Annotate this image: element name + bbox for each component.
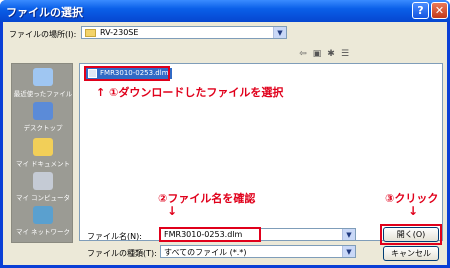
lookin-label: ファイルの場所(I):	[9, 30, 77, 39]
filetype-value: すべてのファイル (*.*)	[164, 248, 247, 257]
close-button[interactable]: ✕	[431, 2, 448, 19]
my-documents-icon	[33, 138, 53, 156]
cancel-button[interactable]: キャンセル	[383, 246, 439, 261]
my-network-icon	[33, 206, 53, 224]
file-dialog: ファイルの選択 ? ✕ ファイルの場所(I): RV-230SE ▼ ⇦ ▣ ✱…	[0, 0, 450, 268]
place-label: デスクトップ	[23, 124, 63, 132]
place-documents[interactable]: マイ ドキュメント	[12, 138, 74, 168]
chevron-down-icon[interactable]: ▼	[342, 229, 355, 240]
title-bar[interactable]: ファイルの選択 ? ✕	[0, 0, 450, 22]
place-computer[interactable]: マイ コンピュータ	[12, 172, 74, 202]
highlight-open	[380, 224, 442, 245]
new-folder-icon[interactable]: ✱	[325, 48, 337, 60]
highlight-filename	[159, 227, 261, 242]
lookin-value: RV-230SE	[100, 28, 139, 37]
highlight-file	[84, 66, 170, 81]
place-label: マイ ドキュメント	[15, 160, 71, 168]
place-recent[interactable]: 最近使ったファイル	[12, 68, 74, 98]
place-label: 最近使ったファイル	[13, 90, 73, 98]
file-list[interactable]: FMR3010-0253.dlm ↑ ①ダウンロードしたファイルを選択	[79, 63, 443, 241]
annotation-step1: ↑ ①ダウンロードしたファイルを選択	[96, 86, 284, 99]
places-bar: 最近使ったファイル デスクトップ マイ ドキュメント マイ コンピュータ マイ …	[11, 63, 73, 243]
lookin-combo[interactable]: RV-230SE ▼	[81, 26, 287, 39]
back-icon[interactable]: ⇦	[297, 48, 309, 60]
desktop-icon	[33, 102, 53, 120]
help-button[interactable]: ?	[412, 2, 429, 19]
filename-label: ファイル名(N):	[87, 232, 142, 241]
chevron-down-icon[interactable]: ▼	[273, 27, 286, 38]
arrow-down-icon: ↓	[167, 204, 178, 218]
place-network[interactable]: マイ ネットワーク	[12, 206, 74, 236]
folder-icon	[85, 29, 96, 37]
filetype-select[interactable]: すべてのファイル (*.*) ▼	[160, 245, 356, 258]
view-menu-icon[interactable]: ☰	[339, 48, 351, 60]
chevron-down-icon[interactable]: ▼	[342, 246, 355, 257]
up-folder-icon[interactable]: ▣	[311, 48, 323, 60]
dialog-client: ファイルの場所(I): RV-230SE ▼ ⇦ ▣ ✱ ☰ 最近使ったファイル…	[3, 22, 447, 265]
recent-documents-icon	[33, 68, 53, 86]
place-label: マイ コンピュータ	[15, 194, 71, 202]
place-label: マイ ネットワーク	[15, 228, 71, 236]
arrow-down-icon: ↓	[408, 204, 419, 218]
dialog-title: ファイルの選択	[6, 6, 83, 19]
filetype-label: ファイルの種類(T):	[87, 249, 157, 258]
my-computer-icon	[33, 172, 53, 190]
place-desktop[interactable]: デスクトップ	[12, 102, 74, 132]
